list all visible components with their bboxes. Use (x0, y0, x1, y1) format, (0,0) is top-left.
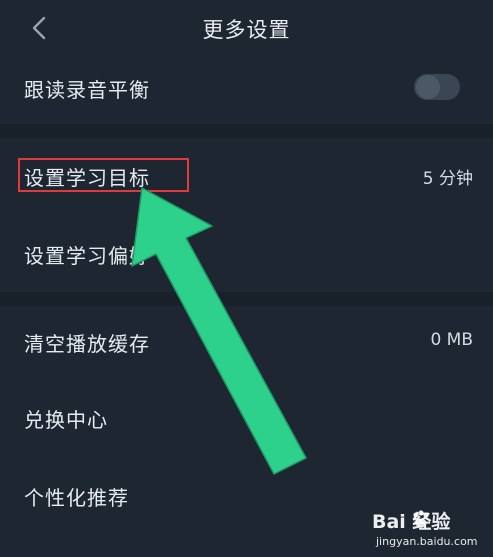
highlight-box (18, 158, 189, 192)
setting-row-redeem-center[interactable]: 兑换中心 (0, 380, 493, 456)
setting-row-study-preference[interactable]: 设置学习偏好 (0, 212, 493, 292)
section-divider (0, 124, 493, 138)
page-title: 更多设置 (202, 18, 291, 42)
study-goal-value: 5 分钟 (422, 169, 473, 189)
setting-label: 跟读录音平衡 (24, 78, 150, 102)
watermark: Bai 经验 jingyan.baidu.com (372, 507, 490, 555)
setting-label: 个性化推荐 (24, 486, 129, 510)
setting-label: 设置学习偏好 (24, 244, 150, 268)
toggle-knob (416, 75, 440, 99)
reading-balance-toggle[interactable] (414, 74, 460, 100)
header-bar: 更多设置 (0, 0, 493, 56)
watermark-url: jingyan.baidu.com (376, 535, 478, 548)
setting-row-clear-cache[interactable]: 清空播放缓存 0 MB (0, 306, 493, 380)
cache-size-value: 0 MB (430, 330, 473, 350)
watermark-logo: Bai 经验 (372, 511, 451, 533)
section-divider (0, 292, 493, 306)
settings-screen: 更多设置 跟读录音平衡 设置学习目标 5 分钟 设置学习偏好 清空播放缓存 0 … (0, 0, 493, 557)
setting-label: 清空播放缓存 (24, 332, 150, 356)
setting-label: 兑换中心 (24, 408, 108, 432)
